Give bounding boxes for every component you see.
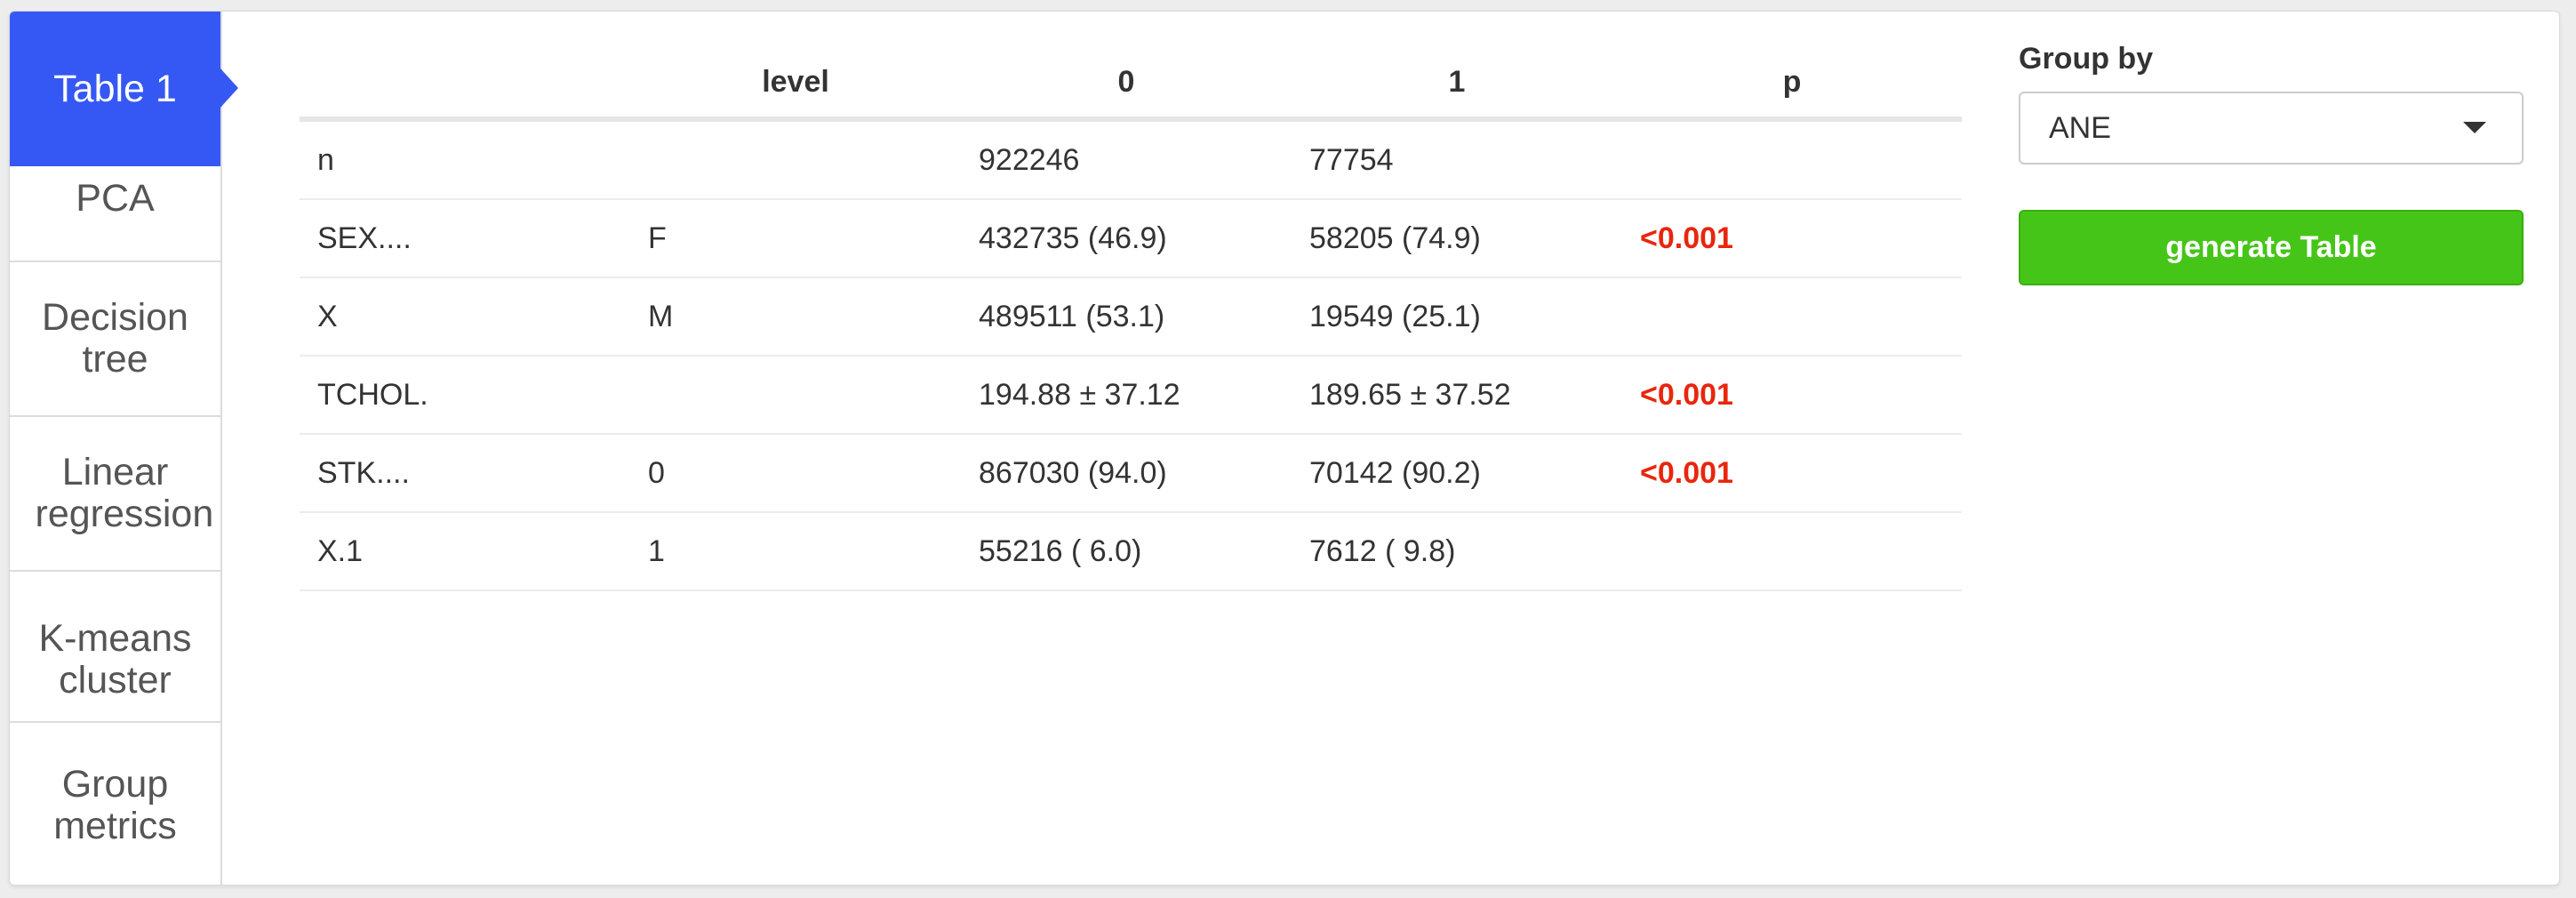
cell-variable: X bbox=[300, 277, 630, 357]
header-group-0: 0 bbox=[961, 47, 1292, 122]
cell-level: 1 bbox=[630, 512, 961, 591]
cell-level bbox=[630, 356, 961, 435]
cell-level: 0 bbox=[630, 434, 961, 513]
tab-k-means-cluster[interactable]: K-means cluster bbox=[10, 572, 220, 723]
tab-rail: Table 1 PCA Decision tree Linear regress… bbox=[10, 12, 238, 885]
cell-p: <0.001 bbox=[1622, 199, 1962, 278]
cell-level: M bbox=[630, 277, 961, 357]
table-one: level 0 1 p n 922246 77754 SEX.... F 432… bbox=[300, 47, 1962, 591]
tab-linear-regression[interactable]: Linear regression bbox=[10, 417, 220, 572]
cell-variable: SEX.... bbox=[300, 199, 630, 278]
cell-variable: STK.... bbox=[300, 434, 630, 513]
table-header-row: level 0 1 p bbox=[300, 47, 1962, 122]
cell-group-1: 19549 (25.1) bbox=[1292, 277, 1622, 357]
table-row: SEX.... F 432735 (46.9) 58205 (74.9) <0.… bbox=[300, 199, 1962, 278]
cell-group-0: 194.88 ± 37.12 bbox=[961, 356, 1292, 435]
cell-level: F bbox=[630, 199, 961, 278]
tab-label: PCA bbox=[76, 176, 155, 220]
group-by-value: ANE bbox=[2049, 110, 2111, 145]
cell-p bbox=[1622, 119, 1962, 200]
caret-down-icon bbox=[2463, 122, 2486, 133]
cell-group-0: 489511 (53.1) bbox=[961, 277, 1292, 357]
tab-decision-tree[interactable]: Decision tree bbox=[10, 262, 220, 417]
generate-table-button[interactable]: generate Table bbox=[2019, 210, 2524, 285]
cell-p: <0.001 bbox=[1622, 356, 1962, 435]
tab-label: Group metrics bbox=[53, 763, 177, 847]
table-row: STK.... 0 867030 (94.0) 70142 (90.2) <0.… bbox=[300, 434, 1962, 513]
cell-level bbox=[630, 119, 961, 200]
group-by-label: Group by bbox=[2019, 42, 2154, 76]
cell-variable: n bbox=[300, 119, 630, 200]
cell-group-0: 55216 ( 6.0) bbox=[961, 512, 1292, 591]
cell-group-0: 922246 bbox=[961, 119, 1292, 200]
cell-group-1: 189.65 ± 37.52 bbox=[1292, 356, 1622, 435]
main-panel: Table 1 PCA Decision tree Linear regress… bbox=[9, 11, 2560, 886]
table-row: X.1 1 55216 ( 6.0) 7612 ( 9.8) bbox=[300, 512, 1962, 591]
tab-pca[interactable]: PCA bbox=[10, 136, 220, 262]
tab-label: Table 1 bbox=[53, 67, 177, 110]
cell-group-0: 432735 (46.9) bbox=[961, 199, 1292, 278]
cell-group-1: 70142 (90.2) bbox=[1292, 434, 1622, 513]
header-level: level bbox=[630, 47, 961, 122]
tab-label: Linear regression bbox=[35, 451, 214, 535]
tab-label: Decision tree bbox=[42, 296, 188, 381]
header-group-1: 1 bbox=[1292, 47, 1622, 122]
cell-group-1: 58205 (74.9) bbox=[1292, 199, 1622, 278]
cell-variable: X.1 bbox=[300, 512, 630, 591]
cell-group-1: 7612 ( 9.8) bbox=[1292, 512, 1622, 591]
group-by-select[interactable]: ANE bbox=[2019, 92, 2524, 164]
cell-p bbox=[1622, 277, 1962, 357]
cell-variable: TCHOL. bbox=[300, 356, 630, 435]
tab-group-metrics[interactable]: Group metrics bbox=[10, 728, 220, 883]
table-row: TCHOL. 194.88 ± 37.12 189.65 ± 37.52 <0.… bbox=[300, 356, 1962, 435]
cell-p: <0.001 bbox=[1622, 434, 1962, 513]
header-variable bbox=[300, 47, 630, 122]
tab-label: K-means cluster bbox=[38, 617, 192, 702]
cell-group-1: 77754 bbox=[1292, 119, 1622, 200]
cell-group-0: 867030 (94.0) bbox=[961, 434, 1292, 513]
cell-p bbox=[1622, 512, 1962, 591]
table-row: n 922246 77754 bbox=[300, 119, 1962, 200]
table-row: X M 489511 (53.1) 19549 (25.1) bbox=[300, 277, 1962, 357]
header-p: p bbox=[1622, 47, 1962, 122]
